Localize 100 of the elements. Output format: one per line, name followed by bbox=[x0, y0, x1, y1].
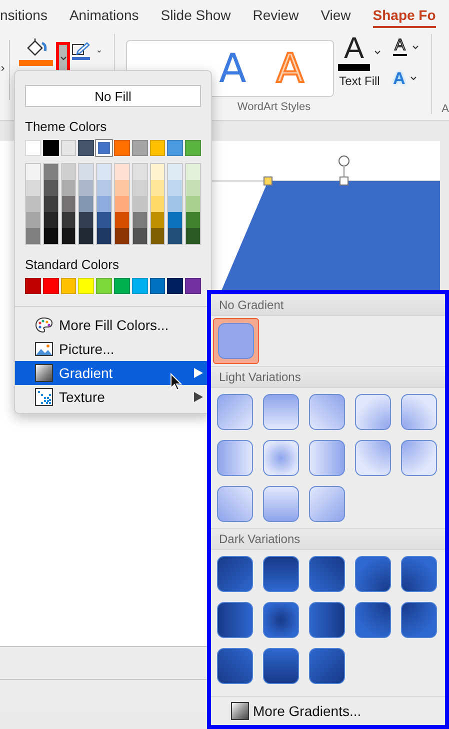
color-swatch[interactable] bbox=[132, 180, 147, 196]
color-swatch[interactable] bbox=[150, 228, 164, 244]
color-swatch[interactable] bbox=[185, 278, 201, 294]
color-swatch[interactable] bbox=[62, 180, 76, 196]
color-swatch[interactable] bbox=[186, 212, 200, 228]
color-swatch[interactable] bbox=[62, 228, 76, 244]
color-swatch[interactable] bbox=[150, 212, 164, 228]
fill-button[interactable] bbox=[19, 38, 54, 66]
caret-icon[interactable] bbox=[410, 76, 418, 81]
color-swatch[interactable] bbox=[26, 212, 40, 228]
color-swatch[interactable] bbox=[25, 278, 41, 294]
color-swatch[interactable] bbox=[26, 228, 40, 244]
color-swatch[interactable] bbox=[186, 180, 200, 196]
text-effects-button[interactable]: A bbox=[393, 70, 406, 87]
color-swatch[interactable] bbox=[150, 278, 166, 294]
color-swatch[interactable] bbox=[62, 196, 76, 212]
color-swatch[interactable] bbox=[42, 278, 59, 294]
caret-icon[interactable] bbox=[374, 50, 381, 55]
color-swatch[interactable] bbox=[150, 140, 166, 156]
color-swatch[interactable] bbox=[150, 164, 164, 180]
color-swatch[interactable] bbox=[114, 228, 129, 244]
color-swatch[interactable] bbox=[132, 164, 147, 180]
ribbon-tab[interactable]: Review bbox=[252, 2, 299, 28]
color-swatch[interactable] bbox=[132, 140, 148, 156]
no-fill-button[interactable]: No Fill bbox=[25, 85, 201, 107]
gradient-swatch[interactable] bbox=[263, 486, 299, 522]
color-swatch[interactable] bbox=[79, 180, 94, 196]
color-swatch[interactable] bbox=[96, 278, 112, 294]
color-swatch[interactable] bbox=[97, 164, 111, 180]
more-gradients-item[interactable]: More Gradients... bbox=[211, 696, 445, 725]
gradient-swatch[interactable] bbox=[263, 440, 299, 476]
color-swatch[interactable] bbox=[168, 164, 182, 180]
ribbon-tab[interactable]: nsitions bbox=[0, 2, 48, 28]
color-swatch[interactable] bbox=[186, 164, 200, 180]
gradient-swatch[interactable] bbox=[309, 602, 345, 638]
color-swatch[interactable] bbox=[168, 196, 182, 212]
color-swatch[interactable] bbox=[78, 278, 94, 294]
outline-button[interactable] bbox=[72, 42, 90, 60]
color-swatch[interactable] bbox=[114, 278, 130, 294]
gradient-swatch[interactable] bbox=[309, 440, 345, 476]
color-swatch[interactable] bbox=[97, 212, 111, 228]
gradient-swatch[interactable] bbox=[401, 440, 437, 476]
color-swatch[interactable] bbox=[44, 212, 58, 228]
color-swatch[interactable] bbox=[114, 164, 129, 180]
gradient-swatch[interactable] bbox=[309, 486, 345, 522]
gradient-swatch[interactable] bbox=[217, 394, 253, 430]
color-swatch[interactable] bbox=[186, 196, 200, 212]
color-swatch[interactable] bbox=[185, 140, 201, 156]
color-swatch[interactable] bbox=[44, 196, 58, 212]
text-fill-button[interactable]: A bbox=[338, 34, 370, 71]
color-swatch[interactable] bbox=[114, 196, 129, 212]
menu-item[interactable]: Texture bbox=[15, 385, 211, 409]
color-swatch[interactable] bbox=[44, 228, 58, 244]
color-swatch[interactable] bbox=[97, 180, 111, 196]
color-swatch[interactable] bbox=[79, 212, 94, 228]
color-swatch[interactable] bbox=[62, 164, 76, 180]
color-swatch[interactable] bbox=[132, 228, 147, 244]
color-swatch[interactable] bbox=[167, 278, 184, 294]
ribbon-tab[interactable]: Slide Show bbox=[160, 2, 231, 28]
gradient-swatch[interactable] bbox=[263, 394, 299, 430]
color-swatch[interactable] bbox=[79, 196, 94, 212]
color-swatch[interactable] bbox=[150, 180, 164, 196]
menu-item[interactable]: More Fill Colors... bbox=[15, 313, 211, 337]
color-swatch[interactable] bbox=[42, 140, 59, 156]
gradient-swatch[interactable] bbox=[355, 394, 391, 430]
color-swatch[interactable] bbox=[79, 228, 94, 244]
color-swatch[interactable] bbox=[168, 180, 182, 196]
caret-icon[interactable] bbox=[412, 44, 419, 50]
color-swatch[interactable] bbox=[62, 212, 76, 228]
color-swatch[interactable] bbox=[97, 196, 111, 212]
color-swatch[interactable] bbox=[25, 140, 41, 156]
color-swatch[interactable] bbox=[114, 180, 129, 196]
gradient-swatch[interactable] bbox=[217, 648, 253, 684]
gradient-swatch[interactable] bbox=[217, 440, 253, 476]
gradient-swatch[interactable] bbox=[213, 318, 259, 364]
gradient-swatch[interactable] bbox=[355, 440, 391, 476]
gradient-swatch[interactable] bbox=[355, 556, 391, 592]
color-swatch[interactable] bbox=[114, 140, 130, 156]
color-swatch[interactable] bbox=[97, 228, 111, 244]
gradient-swatch[interactable] bbox=[263, 648, 299, 684]
color-swatch[interactable] bbox=[44, 180, 58, 196]
ribbon-tab[interactable]: View bbox=[320, 2, 351, 28]
gradient-swatch[interactable] bbox=[217, 486, 253, 522]
gradient-swatch[interactable] bbox=[217, 556, 253, 592]
color-swatch[interactable] bbox=[132, 278, 148, 294]
gradient-swatch[interactable] bbox=[309, 556, 345, 592]
color-swatch[interactable] bbox=[26, 196, 40, 212]
ribbon-tab[interactable]: Animations bbox=[69, 2, 139, 28]
gradient-swatch[interactable] bbox=[217, 602, 253, 638]
color-swatch[interactable] bbox=[60, 278, 76, 294]
color-swatch[interactable] bbox=[132, 196, 147, 212]
color-swatch[interactable] bbox=[26, 180, 40, 196]
color-swatch[interactable] bbox=[150, 196, 164, 212]
color-swatch[interactable] bbox=[114, 212, 129, 228]
color-swatch[interactable] bbox=[168, 228, 182, 244]
gradient-swatch[interactable] bbox=[263, 602, 299, 638]
gradient-swatch[interactable] bbox=[401, 602, 437, 638]
ribbon-tab[interactable]: Shape Fo bbox=[372, 2, 436, 28]
color-swatch[interactable] bbox=[26, 164, 40, 180]
color-swatch[interactable] bbox=[44, 164, 58, 180]
